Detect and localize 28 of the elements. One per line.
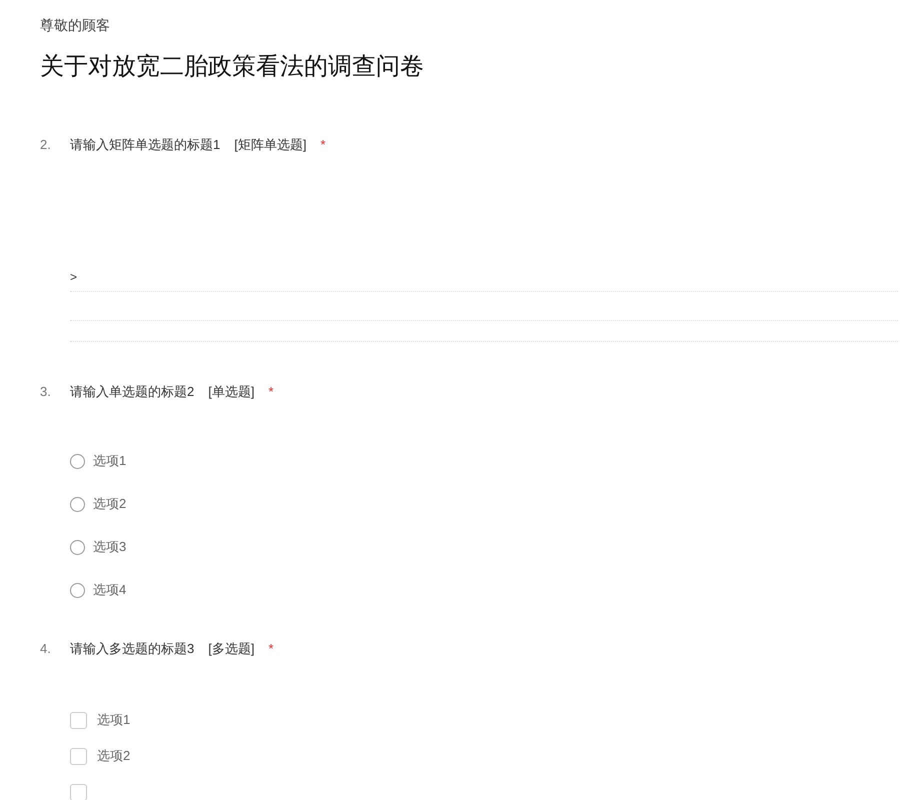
radio-button[interactable]	[70, 540, 85, 554]
radio-button[interactable]	[70, 496, 85, 512]
question-number: 2.	[40, 136, 52, 154]
radio-button[interactable]	[70, 582, 85, 598]
required-mark: *	[268, 383, 274, 402]
question-number: 4.	[40, 640, 52, 658]
question-title: 请输入多选题的标题3	[70, 640, 194, 658]
option-label: 选项4	[93, 581, 126, 600]
required-mark: *	[268, 640, 274, 658]
option-label: 选项2	[97, 747, 130, 766]
survey-title: 关于对放宽二胎政策看法的调查问卷	[40, 52, 425, 82]
question-type: [单选题]	[208, 383, 254, 402]
question-title: 请输入单选题的标题2	[70, 383, 194, 402]
radio-button[interactable]	[70, 454, 85, 468]
question-number: 3.	[40, 383, 52, 402]
option-label: 选项2	[93, 495, 126, 514]
option-label: 选项1	[93, 452, 126, 470]
option-label: 选项1	[97, 711, 130, 730]
greeting: 尊敬的顾客	[40, 16, 111, 34]
matrix-row-label: >	[70, 269, 78, 286]
checkbox[interactable]	[70, 784, 87, 800]
required-mark: *	[320, 136, 326, 154]
checkbox[interactable]	[70, 712, 87, 728]
question-type: [矩阵单选题]	[234, 136, 306, 154]
question-title: 请输入矩阵单选题的标题1	[70, 136, 220, 154]
checkbox[interactable]	[70, 748, 87, 764]
question-type: [多选题]	[208, 640, 254, 658]
option-label: 选项3	[93, 538, 126, 556]
